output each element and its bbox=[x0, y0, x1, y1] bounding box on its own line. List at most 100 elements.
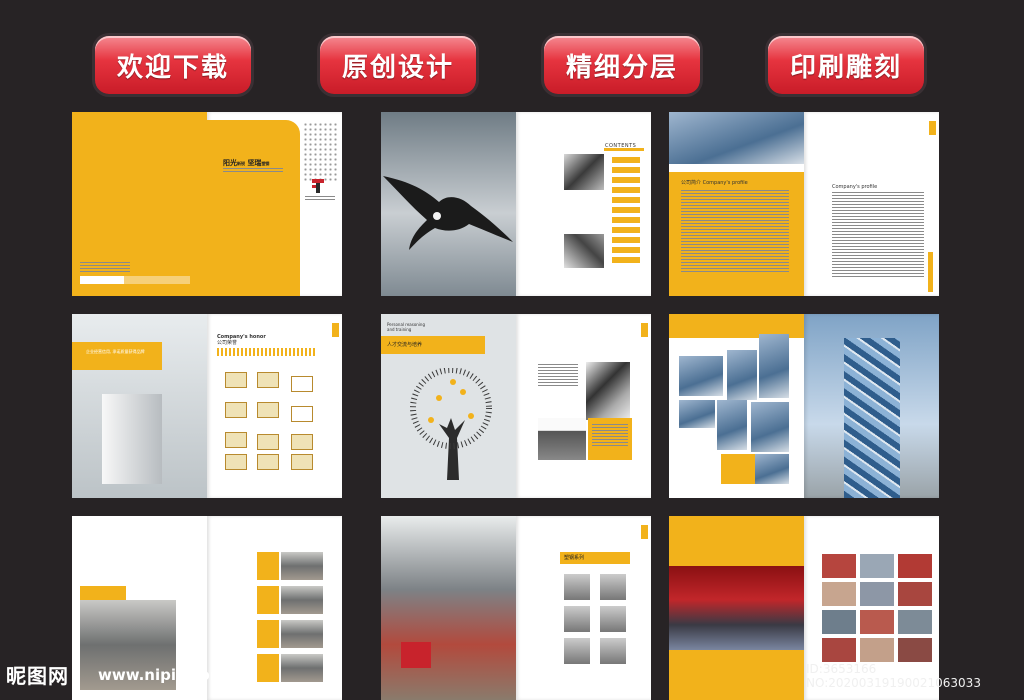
company-profile-spread: 公司简介 Company's profile Company's profile bbox=[669, 112, 939, 296]
profiles-page: 塑钢系列 bbox=[516, 516, 651, 700]
yellow-block bbox=[257, 552, 279, 580]
page-tab bbox=[641, 323, 648, 337]
yellow-block bbox=[257, 654, 279, 682]
honors-right-page: Company's honor 公司荣誉 bbox=[207, 314, 342, 498]
certificate bbox=[291, 376, 313, 392]
heading-en-line-2: and training bbox=[387, 327, 412, 332]
honors-banner-text: 企业经营信用, 承诺质量获得品牌 bbox=[86, 349, 145, 354]
team-photo-page bbox=[669, 516, 804, 700]
contents-list bbox=[612, 156, 640, 266]
gallery-photo bbox=[860, 582, 894, 606]
nipic-url: www.nipic.com bbox=[98, 666, 226, 684]
cover-slogan: 阳光新锐 坚瑞塑钢 bbox=[223, 158, 269, 168]
machine-red-block bbox=[401, 642, 431, 668]
gallery-photo bbox=[898, 610, 932, 634]
company-logo-icon bbox=[311, 178, 325, 194]
contents-spread: CONTENTS bbox=[381, 112, 651, 296]
page-tab bbox=[641, 525, 648, 539]
team-bottom-bar bbox=[669, 650, 804, 700]
gallery-photo bbox=[822, 638, 856, 662]
yellow-block bbox=[257, 620, 279, 648]
gallery-photo bbox=[898, 638, 932, 662]
certificate bbox=[225, 372, 247, 388]
original-design-button[interactable]: 原创设计 bbox=[320, 36, 476, 94]
skyscraper-photo bbox=[844, 338, 900, 498]
building-photo bbox=[679, 400, 715, 428]
side-marker bbox=[928, 252, 933, 292]
team-top-bar bbox=[669, 516, 804, 566]
print-engraving-button[interactable]: 印刷雕刻 bbox=[768, 36, 924, 94]
gallery-photo bbox=[822, 554, 856, 578]
back-cover-page bbox=[72, 112, 207, 296]
contents-photo-1 bbox=[564, 154, 604, 190]
profile-sample bbox=[564, 574, 590, 600]
building-photo bbox=[727, 350, 757, 400]
page-tab bbox=[929, 121, 936, 135]
certificate bbox=[291, 454, 313, 470]
image-id-text: ID:3653166 NO:20200319190021063033 bbox=[806, 662, 981, 690]
brochure-cover-spread: 阳光新锐 坚瑞塑钢 bbox=[72, 112, 342, 296]
yellow-block bbox=[257, 586, 279, 614]
profile-right-heading: Company's profile bbox=[832, 184, 878, 190]
cover-stripe bbox=[80, 276, 190, 284]
profile-sample bbox=[600, 606, 626, 632]
building-photo bbox=[717, 400, 747, 450]
download-welcome-button[interactable]: 欢迎下载 bbox=[95, 36, 251, 94]
front-cover-page: 阳光新锐 坚瑞塑钢 bbox=[207, 112, 342, 296]
gallery-photo bbox=[822, 582, 856, 606]
products-spread: 塑钢系列 bbox=[381, 516, 651, 700]
yellow-block bbox=[721, 454, 755, 484]
certificate bbox=[257, 372, 279, 388]
gallery-photo bbox=[860, 638, 894, 662]
structure-render bbox=[102, 394, 162, 484]
talent-heading-en: Personal reasoning and training bbox=[387, 322, 425, 332]
factory-label-bar bbox=[80, 586, 126, 600]
eagle-icon bbox=[383, 176, 513, 250]
fine-layers-button[interactable]: 精细分层 bbox=[544, 36, 700, 94]
profile-heading-cn: 公司简介 bbox=[681, 180, 702, 186]
factory-right-page bbox=[207, 516, 342, 700]
certificate bbox=[257, 402, 279, 418]
slogan-a-small: 新锐 bbox=[237, 161, 245, 166]
slogan-a: 阳光 bbox=[223, 159, 237, 167]
talent-text bbox=[538, 364, 578, 388]
tree-icon bbox=[410, 368, 492, 480]
profile-sample bbox=[600, 638, 626, 664]
gallery-photo bbox=[860, 554, 894, 578]
honors-left-page: 企业经营信用, 承诺质量获得品牌 bbox=[72, 314, 207, 498]
certificate bbox=[225, 402, 247, 418]
honors-spread: 企业经营信用, 承诺质量获得品牌 Company's honor 公司荣誉 bbox=[72, 314, 342, 498]
profile-sample bbox=[564, 606, 590, 632]
cover-yellow-panel bbox=[207, 120, 300, 296]
contents-title: CONTENTS bbox=[605, 143, 637, 149]
talent-spread: Personal reasoning and training 人才交流与培养 bbox=[381, 314, 651, 498]
factory-photo bbox=[281, 620, 323, 648]
cover-subtitle-lines bbox=[223, 168, 283, 174]
factory-photo bbox=[281, 654, 323, 682]
profile-sample bbox=[564, 638, 590, 664]
certificate bbox=[291, 434, 313, 450]
building-photo bbox=[759, 334, 789, 398]
profile-sample bbox=[600, 574, 626, 600]
buildings-left-page bbox=[669, 314, 804, 498]
certificate bbox=[225, 454, 247, 470]
page-tab bbox=[332, 323, 339, 337]
honors-banner bbox=[72, 342, 162, 370]
eagle-photo-page bbox=[381, 112, 516, 296]
certificate bbox=[257, 434, 279, 450]
certificate bbox=[257, 454, 279, 470]
talent-block-text bbox=[592, 424, 628, 448]
dot-pattern bbox=[303, 122, 337, 182]
slogan-b-small: 塑钢 bbox=[261, 161, 270, 166]
gallery-photo bbox=[898, 582, 932, 606]
team-photo bbox=[669, 566, 804, 650]
buildings-spread bbox=[669, 314, 939, 498]
factory-photo bbox=[281, 552, 323, 580]
talent-left-page: Personal reasoning and training 人才交流与培养 bbox=[381, 314, 516, 498]
building-photo bbox=[755, 454, 789, 484]
slogan-b: 坚瑞 bbox=[247, 159, 262, 167]
talent-photo-2 bbox=[538, 418, 586, 460]
gallery-photo bbox=[898, 554, 932, 578]
building-photo bbox=[751, 402, 789, 452]
building-photo bbox=[679, 356, 723, 396]
